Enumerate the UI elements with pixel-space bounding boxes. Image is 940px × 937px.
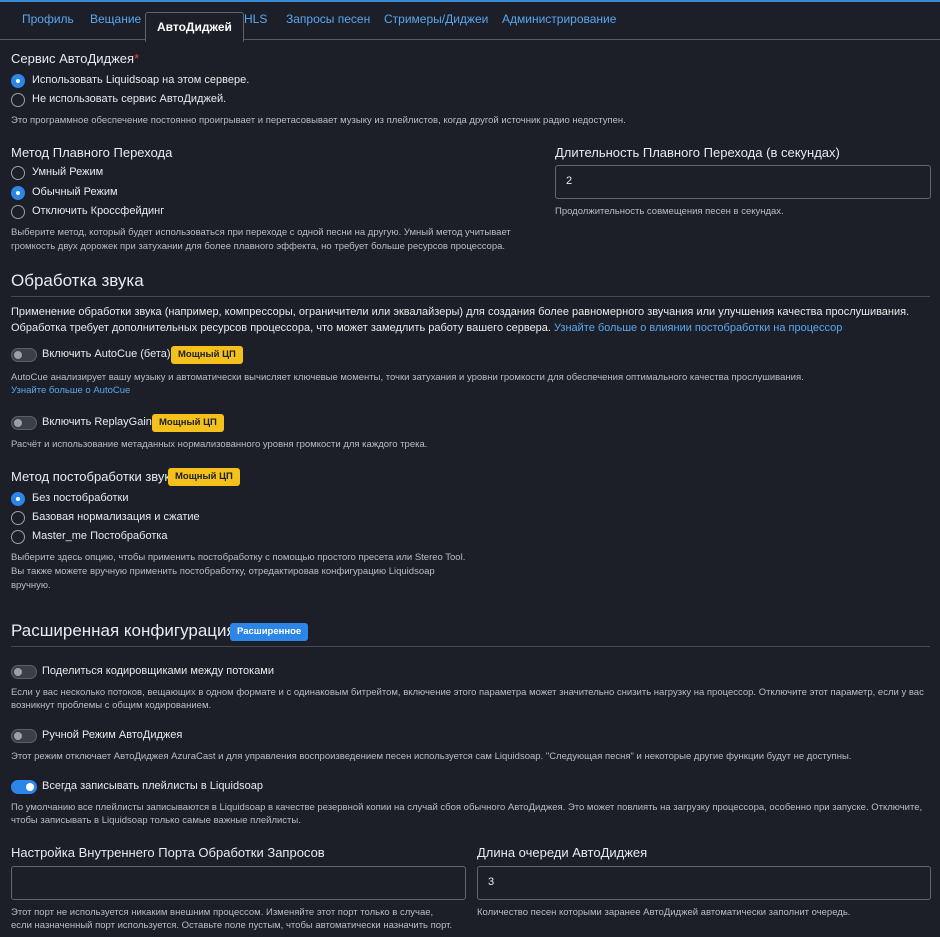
- request-port-label: Настройка Внутреннего Порта Обработки За…: [11, 845, 325, 860]
- crossfade-duration-help: Продолжительность совмещения песен в сек…: [555, 206, 784, 217]
- tab-profile[interactable]: Профиль: [22, 11, 74, 27]
- required-mark: *: [134, 51, 140, 66]
- crossfade-smart-radio[interactable]: [11, 166, 25, 180]
- postprocessing-help-2: Вы также можете вручную применить постоб…: [11, 566, 435, 577]
- crossfade-method-help-2: громкость двух дорожек при затухании для…: [11, 241, 506, 252]
- tab-hls[interactable]: HLS: [244, 11, 267, 27]
- advanced-heading: Расширенная конфигурация: [11, 621, 236, 640]
- postprocessing-none-radio[interactable]: [11, 492, 25, 506]
- queue-length-help: Количество песен которыми заранее АвтоДи…: [477, 907, 851, 918]
- write-playlists-help-2: чтобы записывать в Liquidsoap только сам…: [11, 815, 301, 826]
- autodj-service-help: Это программное обеспечение постоянно пр…: [11, 115, 626, 126]
- crossfade-smart-label[interactable]: Умный Режим: [32, 166, 103, 178]
- crossfade-normal-radio[interactable]: [11, 186, 25, 200]
- advanced-badge: Расширенное: [230, 623, 309, 641]
- replaygain-help: Расчёт и использование метаданных нормал…: [11, 439, 428, 450]
- postprocessing-masterme-label[interactable]: Master_me Постобработка: [32, 530, 168, 542]
- autodj-disable-radio[interactable]: [11, 93, 25, 107]
- replaygain-label[interactable]: Включить ReplayGain: [42, 416, 152, 428]
- autodj-use-liquidsoap-radio[interactable]: [11, 74, 25, 88]
- request-port-input[interactable]: [11, 866, 466, 900]
- postprocessing-none-label[interactable]: Без постобработки: [32, 492, 129, 504]
- manual-autodj-help: Этот режим отключает АвтоДиджея AzuraCas…: [11, 751, 852, 762]
- postprocessing-label: Метод постобработки звука: [11, 469, 178, 484]
- replaygain-cpu-badge: Мощный ЦП: [152, 414, 224, 432]
- queue-length-label: Длина очереди АвтоДиджея: [477, 845, 648, 860]
- write-playlists-label[interactable]: Всегда записывать плейлисты в Liquidsoap: [42, 780, 263, 792]
- audio-processing-heading: Обработка звука: [11, 271, 144, 290]
- autodj-disable-label[interactable]: Не использовать сервис АвтоДиджей.: [32, 93, 226, 105]
- autocue-cpu-badge: Мощный ЦП: [171, 346, 243, 364]
- audio-processing-intro-1: Применение обработки звука (например, ко…: [11, 306, 910, 318]
- postprocessing-masterme-radio[interactable]: [11, 530, 25, 544]
- request-port-help-2: если назначенный порт используется. Оста…: [11, 920, 453, 931]
- postprocessing-help-3: вручную.: [11, 580, 51, 591]
- tab-broadcasting[interactable]: Вещание: [90, 11, 141, 27]
- crossfade-method-label: Метод Плавного Перехода: [11, 145, 173, 160]
- queue-length-input[interactable]: 3: [477, 866, 931, 900]
- autodj-use-liquidsoap-label[interactable]: Использовать Liquidsoap на этом сервере.: [32, 74, 249, 86]
- autocue-learn-more-link[interactable]: Узнайте больше о AutoCue: [11, 383, 130, 399]
- crossfade-disable-label[interactable]: Отключить Кроссфейдинг: [32, 205, 164, 217]
- tab-bar: Профиль Вещание АвтоДиджей HLS Запросы п…: [0, 2, 940, 42]
- tab-streamers[interactable]: Стримеры/Диджеи: [384, 11, 488, 27]
- share-encoders-help-2: возникнут проблемы с общим кодированием.: [11, 700, 212, 711]
- manual-autodj-toggle[interactable]: [11, 729, 37, 743]
- autodj-service-label: Сервис АвтоДиджея*: [11, 51, 140, 66]
- autocue-toggle[interactable]: [11, 348, 37, 362]
- section-divider: [11, 296, 930, 297]
- postprocessing-basic-label[interactable]: Базовая нормализация и сжатие: [32, 511, 200, 523]
- crossfade-normal-label[interactable]: Обычный Режим: [32, 186, 118, 198]
- postprocessing-cpu-badge: Мощный ЦП: [168, 468, 240, 486]
- postprocessing-basic-radio[interactable]: [11, 511, 25, 525]
- share-encoders-toggle[interactable]: [11, 665, 37, 679]
- tab-song-requests[interactable]: Запросы песен: [286, 11, 370, 27]
- autocue-label[interactable]: Включить AutoCue (бета): [42, 348, 171, 360]
- crossfade-duration-input[interactable]: 2: [555, 165, 931, 199]
- tab-autodj[interactable]: АвтоДиджей: [145, 12, 244, 42]
- share-encoders-label[interactable]: Поделиться кодировщиками между потоками: [42, 665, 274, 677]
- crossfade-duration-label: Длительность Плавного Перехода (в секунд…: [555, 145, 840, 160]
- replaygain-toggle[interactable]: [11, 416, 37, 430]
- write-playlists-toggle[interactable]: [11, 780, 37, 794]
- tab-administration[interactable]: Администрирование: [502, 11, 616, 27]
- cpu-impact-link[interactable]: Узнайте больше о влиянии постобработки н…: [554, 322, 842, 334]
- crossfade-disable-radio[interactable]: [11, 205, 25, 219]
- manual-autodj-label[interactable]: Ручной Режим АвтоДиджея: [42, 729, 182, 741]
- section-divider: [11, 646, 930, 647]
- audio-processing-intro-2: Обработка требует дополнительных ресурсо…: [11, 322, 843, 334]
